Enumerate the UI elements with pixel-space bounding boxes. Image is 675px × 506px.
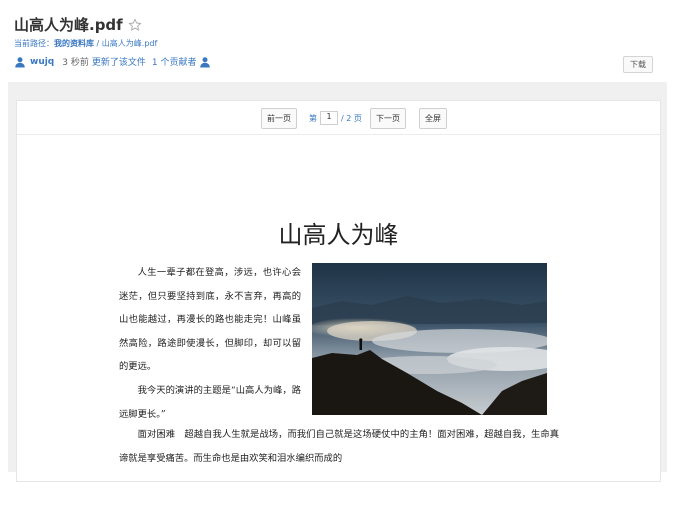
breadcrumb-library-link[interactable]: 我的资料库 <box>54 39 94 48</box>
prev-page-button[interactable]: 前一页 <box>261 108 297 129</box>
paragraph-2: 我今天的演讲的主题是“山高人为峰，路远脚更长。” <box>119 384 301 420</box>
page-total: / 2 页 <box>341 113 362 123</box>
viewer-frame: 前一页 第 1 / 2 页 下一页 全屏 山高人为峰 人生一辈子都在登高，涉远，… <box>16 100 661 482</box>
title-row: 山高人为峰.pdf <box>14 14 142 35</box>
paragraph-3: 面对困难 超越自我人生就是战场，而我们自己就是这场硬仗中的主角！面对困难，超越自… <box>119 429 559 464</box>
document-title: 山高人为峰 <box>278 221 399 249</box>
contributors-link[interactable]: 1 个贡献者 <box>152 55 197 68</box>
file-meta: wujq 3 秒前 更新了该文件 1 个贡献者 <box>14 55 215 68</box>
file-title: 山高人为峰.pdf <box>14 16 123 34</box>
update-action-link[interactable]: 更新了该文件 <box>92 55 146 68</box>
breadcrumb-prefix: 当前路径： <box>14 39 54 48</box>
next-page-button[interactable]: 下一页 <box>370 108 406 129</box>
page-indicator: 第 1 / 2 页 <box>309 111 362 125</box>
star-icon[interactable] <box>128 17 142 32</box>
document-page: 山高人为峰 人生一辈子都在登高，涉远，也许心会迷茫，但只要坚持到底，永不言弃，再… <box>17 135 660 481</box>
paragraph-1: 人生一辈子都在登高，涉远，也许心会迷茫，但只要坚持到底，永不言弃，再高的山也能越… <box>119 267 301 373</box>
breadcrumb-file: 山高人为峰.pdf <box>101 39 158 48</box>
breadcrumb: 当前路径：我的资料库 / 山高人为峰.pdf <box>14 38 157 49</box>
owner-link[interactable]: wujq <box>30 57 54 67</box>
updated-time: 3 秒前 <box>62 58 89 68</box>
page-prefix: 第 <box>309 113 317 123</box>
file-header: 山高人为峰.pdf 当前路径：我的资料库 / 山高人为峰.pdf wujq 3 … <box>0 0 675 80</box>
mountain-photo <box>312 263 547 415</box>
body-text: 面对困难 超越自我人生就是战场，而我们自己就是这场硬仗中的主角！面对困难，超越自… <box>119 423 559 471</box>
intro-text: 人生一辈子都在登高，涉远，也许心会迷茫，但只要坚持到底，永不言弃，再高的山也能越… <box>119 261 301 426</box>
breadcrumb-separator: / <box>94 39 102 48</box>
page-number-input[interactable]: 1 <box>320 111 338 125</box>
viewer-toolbar: 前一页 第 1 / 2 页 下一页 全屏 <box>17 101 660 135</box>
fullscreen-button[interactable]: 全屏 <box>419 108 447 129</box>
document-viewer: 前一页 第 1 / 2 页 下一页 全屏 山高人为峰 人生一辈子都在登高，涉远，… <box>8 82 667 482</box>
contributor-icon <box>200 56 211 67</box>
user-icon <box>15 56 25 67</box>
download-button[interactable]: 下载 <box>623 56 653 73</box>
